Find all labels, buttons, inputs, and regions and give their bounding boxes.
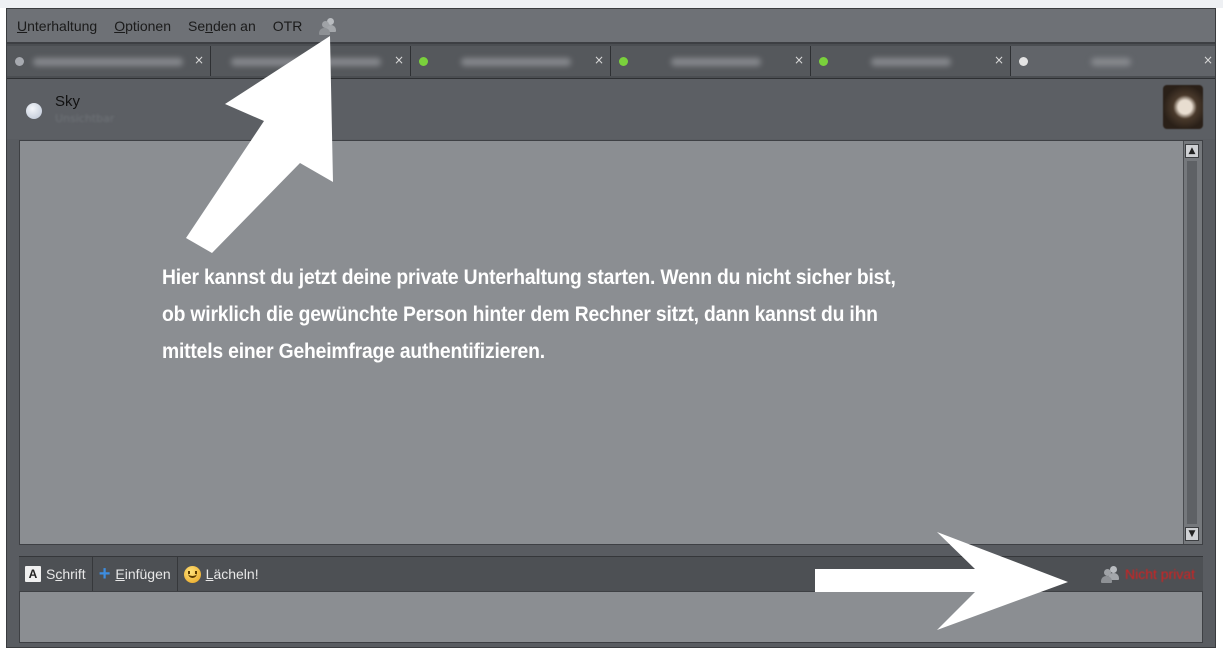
annotation-arrows [186,36,1068,630]
arrow-up-icon [186,36,333,253]
arrow-right-icon [815,532,1068,630]
